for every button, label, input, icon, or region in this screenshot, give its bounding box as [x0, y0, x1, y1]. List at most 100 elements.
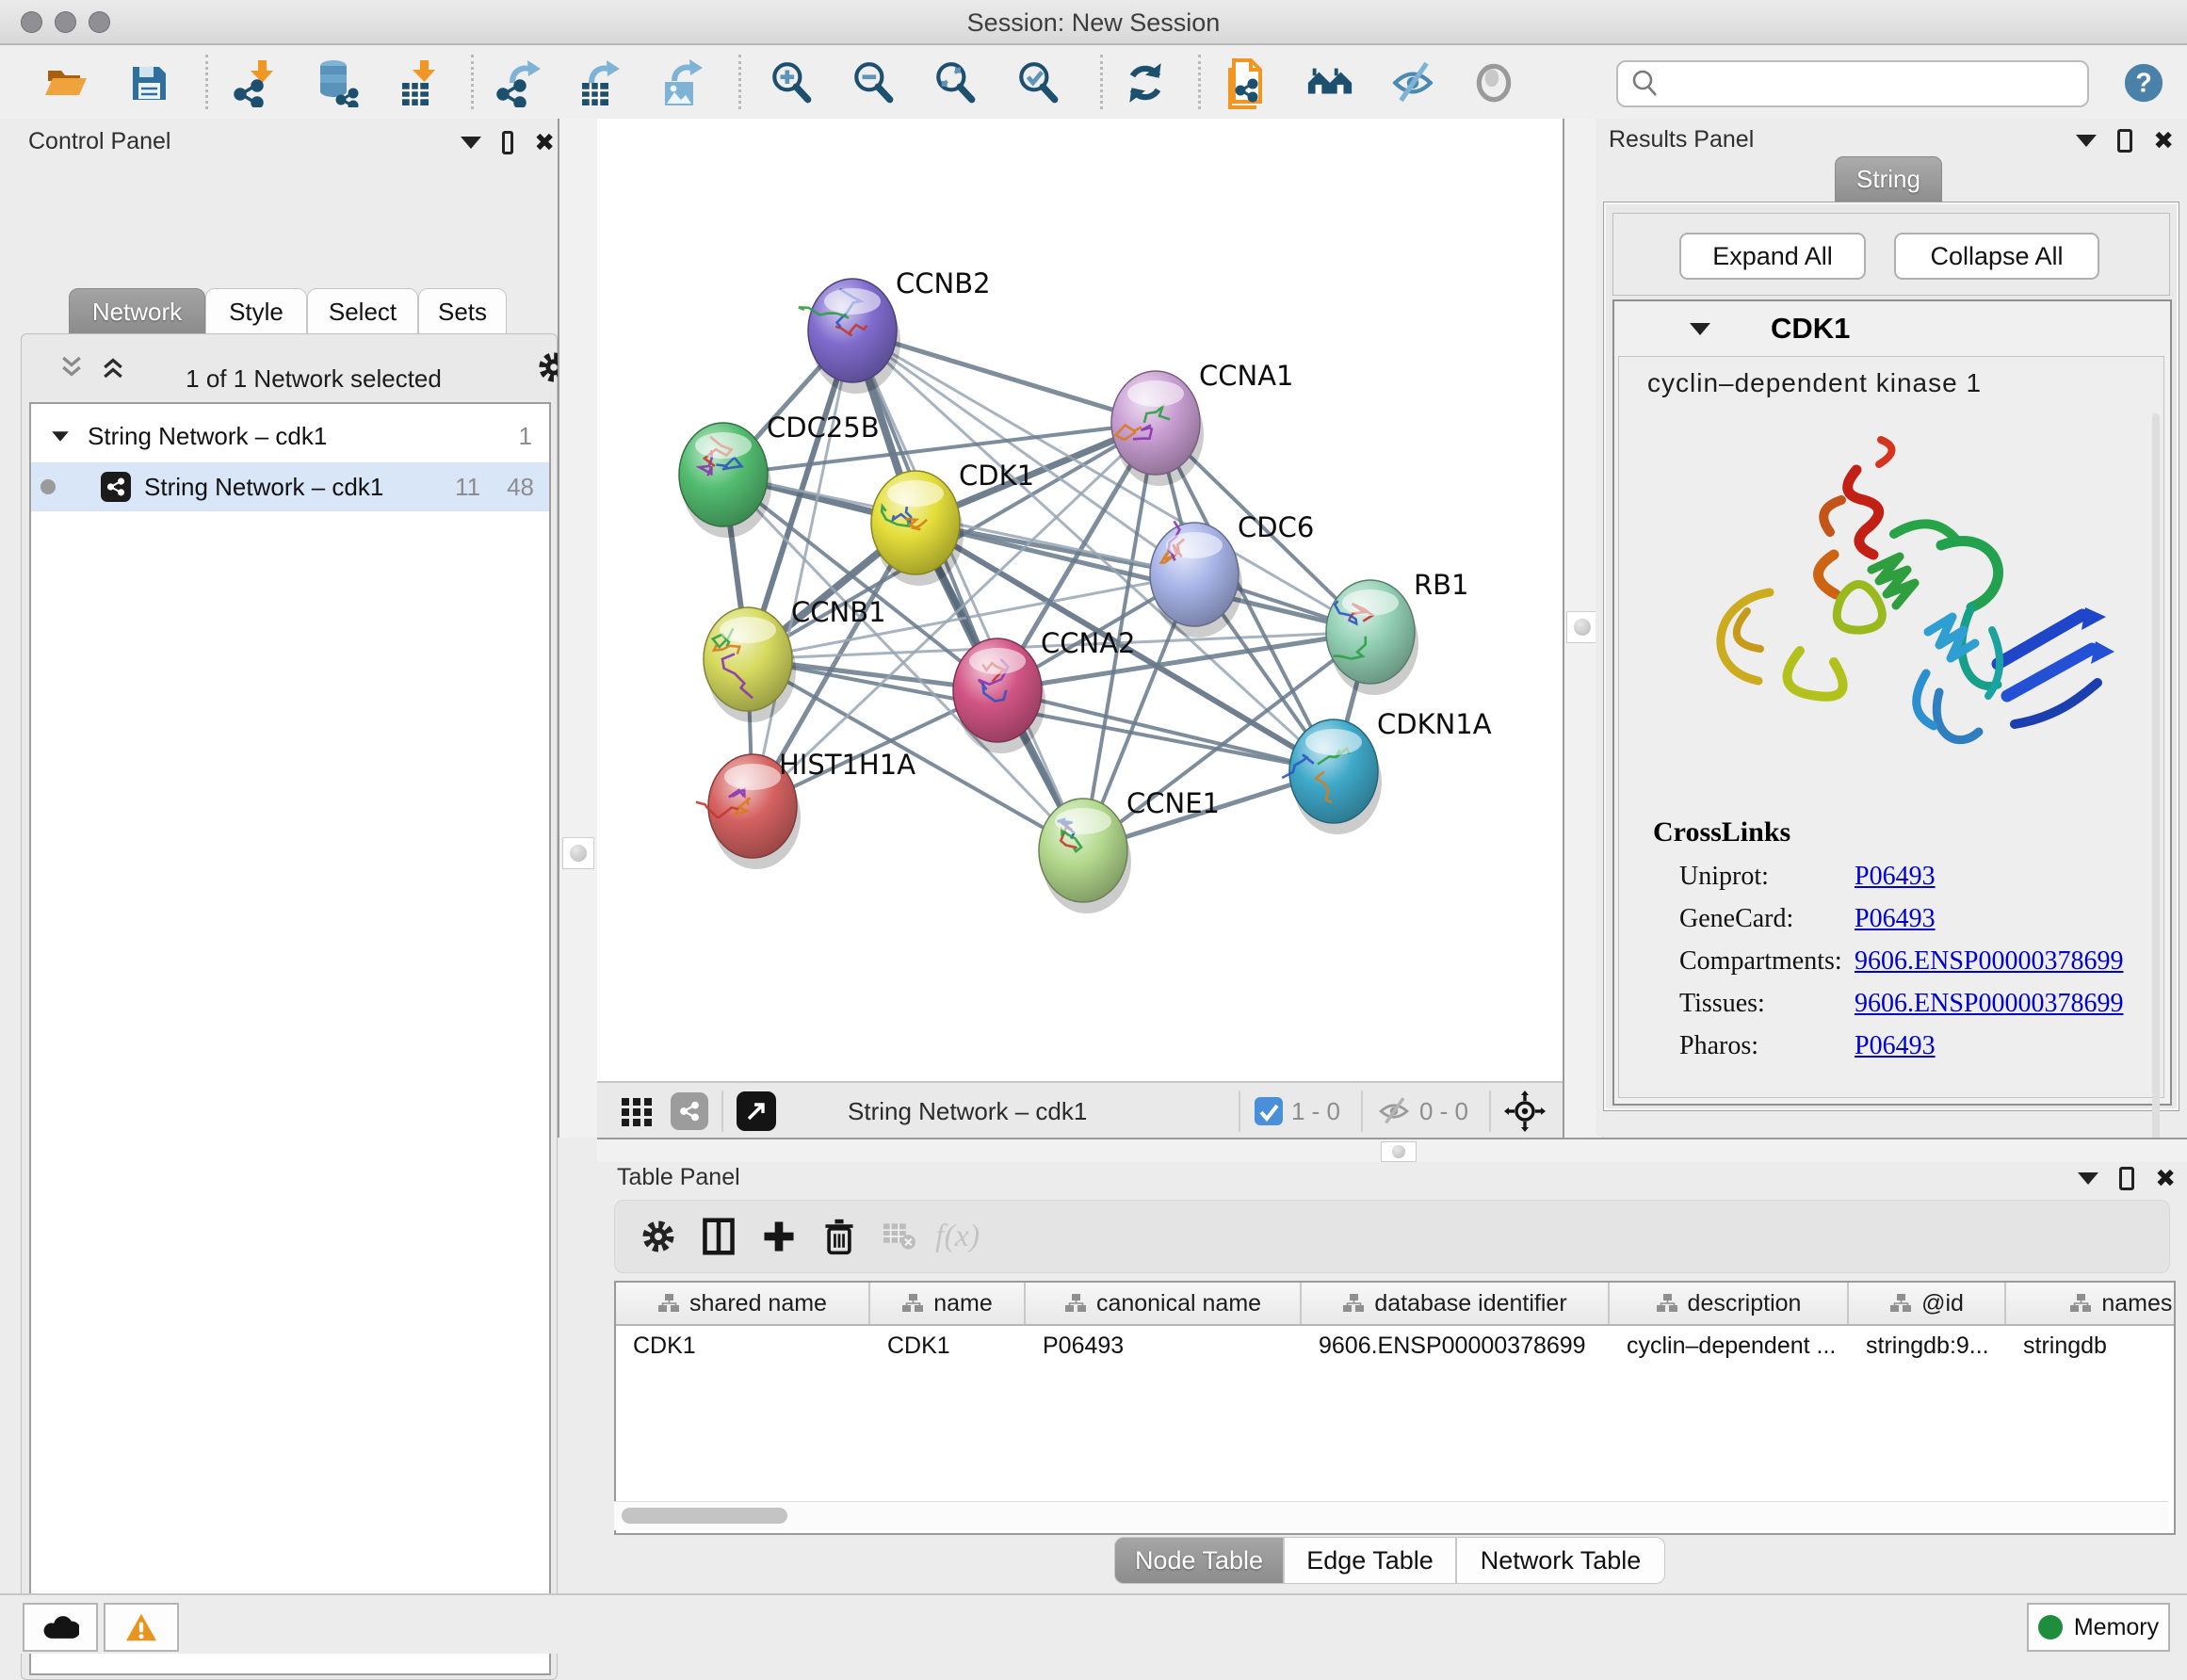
node-CCNA1[interactable] — [1111, 371, 1204, 486]
toolbar-separator — [1489, 1090, 1491, 1132]
crosslink-link[interactable]: P06493 — [1855, 1031, 1936, 1061]
scrollbar-thumb[interactable] — [622, 1508, 787, 1524]
table-cell[interactable]: stringdb:9... — [1849, 1326, 2006, 1365]
network-collection-row[interactable]: String Network – cdk1 1 — [31, 413, 549, 459]
show-hidden-icon[interactable] — [1469, 57, 1518, 109]
tab-select[interactable]: Select — [307, 288, 418, 335]
crosslink-link[interactable]: 9606.ENSP00000378699 — [1855, 946, 2123, 977]
protein-card-header[interactable]: CDK1 — [1614, 301, 2170, 356]
open-session-icon[interactable] — [41, 57, 90, 109]
panel-menu-icon[interactable] — [2078, 1172, 2098, 1185]
table-horizontal-scrollbar[interactable] — [614, 1501, 2168, 1530]
crosslink-link[interactable]: P06493 — [1855, 904, 1936, 934]
panel-close-icon[interactable]: ✖ — [2155, 1166, 2176, 1190]
panel-menu-icon[interactable] — [2076, 135, 2097, 147]
edge-CCNB2-HIST1H1A[interactable] — [753, 331, 852, 806]
tab-network-table[interactable]: Network Table — [1456, 1537, 1665, 1584]
right-splitter-handle[interactable] — [1566, 611, 1598, 643]
add-row-plus-icon[interactable] — [749, 1210, 809, 1263]
table-row[interactable]: CDK1CDK1P064939606.ENSP00000378699cyclin… — [616, 1326, 2176, 1365]
column-header-namespace[interactable]: namespace — [2006, 1283, 2176, 1324]
card-scrollbar[interactable] — [2152, 413, 2160, 1148]
table-cell[interactable]: P06493 — [1026, 1326, 1302, 1365]
expand-all-button[interactable]: Expand All — [1679, 233, 1866, 280]
node-CCNA2[interactable] — [953, 638, 1045, 753]
table-settings-gear-icon[interactable] — [628, 1210, 688, 1263]
collapse-card-icon[interactable] — [1690, 323, 1710, 335]
left-splitter[interactable] — [558, 119, 598, 1138]
import-network-file-icon[interactable] — [232, 57, 281, 109]
tab-node-table[interactable]: Node Table — [1114, 1537, 1284, 1584]
table-cell[interactable]: CDK1 — [616, 1326, 870, 1365]
tab-network[interactable]: Network — [69, 288, 205, 335]
table-cell[interactable]: cyclin–dependent ... — [1610, 1326, 1849, 1365]
control-panel-title: Control Panel — [28, 128, 170, 155]
birdseye-grid-icon[interactable] — [620, 1094, 654, 1128]
export-network-icon[interactable] — [495, 57, 544, 109]
zoom-in-icon[interactable] — [767, 57, 816, 109]
warning-status-button[interactable] — [104, 1603, 179, 1652]
save-session-icon[interactable] — [124, 57, 173, 109]
panel-close-icon[interactable]: ✖ — [534, 130, 555, 154]
tab-string[interactable]: String — [1835, 156, 1942, 202]
zoom-selected-icon[interactable] — [1013, 57, 1062, 109]
refresh-icon[interactable] — [1121, 57, 1170, 109]
search-input[interactable] — [1669, 64, 2087, 104]
export-table-icon[interactable] — [576, 57, 625, 109]
panel-menu-icon[interactable] — [461, 137, 481, 149]
horizontal-splitter-handle[interactable] — [1381, 1141, 1417, 1162]
column-header-name[interactable]: name — [870, 1283, 1026, 1324]
table-cell[interactable]: 9606.ENSP00000378699 — [1302, 1326, 1610, 1365]
search-field[interactable] — [1616, 60, 2089, 107]
collapse-all-button[interactable]: Collapse All — [1894, 233, 2099, 280]
share-document-icon[interactable] — [1221, 57, 1270, 109]
network-row-selected[interactable]: String Network – cdk1 11 48 — [31, 462, 549, 511]
string-panel-toggle-icon[interactable] — [671, 1092, 708, 1130]
help-icon[interactable]: ? — [2119, 57, 2168, 109]
node-CDC25B[interactable] — [679, 423, 771, 538]
column-header-canonicalname[interactable]: canonical name — [1026, 1283, 1302, 1324]
node-CDK1[interactable] — [871, 471, 964, 586]
node-CDC6[interactable] — [1150, 521, 1242, 638]
tab-edge-table[interactable]: Edge Table — [1284, 1537, 1456, 1584]
node-table[interactable]: shared namenamecanonical namedatabase id… — [614, 1281, 2176, 1535]
column-header-databaseidentifier[interactable]: database identifier — [1302, 1283, 1610, 1324]
crosslink-link[interactable]: 9606.ENSP00000378699 — [1855, 989, 2123, 1019]
import-table-file-icon[interactable] — [394, 57, 443, 109]
selected-checkbox-icon[interactable] — [1254, 1096, 1284, 1126]
left-splitter-handle[interactable] — [562, 837, 594, 869]
network-graph[interactable]: CCNB2CCNA1CDC25BCDK1CDC6RB1CCNB1CCNA2CDK… — [597, 119, 1563, 1081]
panel-close-icon[interactable]: ✖ — [2153, 128, 2174, 153]
network-view-canvas[interactable]: CCNB2CCNA1CDC25BCDK1CDC6RB1CCNB1CCNA2CDK… — [597, 119, 1563, 1138]
horizontal-splitter[interactable] — [597, 1138, 2187, 1165]
panel-float-icon[interactable] — [502, 131, 513, 154]
add-column-icon[interactable] — [688, 1210, 749, 1263]
zoom-fit-icon[interactable] — [931, 57, 980, 109]
crosslink-link[interactable]: P06493 — [1855, 862, 1936, 892]
memory-button[interactable]: Memory — [2027, 1603, 2170, 1652]
refresh-arrows-icon — [1122, 59, 1169, 106]
column-header-id[interactable]: @id — [1849, 1283, 2006, 1324]
column-header-description[interactable]: description — [1610, 1283, 1849, 1324]
node-CCNE1[interactable] — [1039, 799, 1131, 913]
delete-trash-icon[interactable] — [809, 1210, 869, 1263]
home-gallery-icon[interactable] — [1305, 57, 1354, 109]
panel-float-icon[interactable] — [2117, 129, 2132, 153]
export-image-icon[interactable] — [659, 57, 708, 109]
table-cell[interactable]: stringdb — [2006, 1326, 2176, 1365]
tab-style[interactable]: Style — [205, 288, 307, 335]
hide-selected-icon[interactable] — [1388, 57, 1437, 109]
tab-sets[interactable]: Sets — [418, 288, 507, 335]
node-RB1[interactable] — [1326, 580, 1418, 695]
crosshair-icon[interactable] — [1504, 1090, 1546, 1132]
import-network-database-icon[interactable] — [311, 57, 360, 109]
zoom-out-icon[interactable] — [849, 57, 898, 109]
open-in-window-icon[interactable] — [737, 1091, 776, 1131]
table-cell[interactable]: CDK1 — [870, 1326, 1026, 1365]
column-header-sharedname[interactable]: shared name — [616, 1283, 870, 1324]
node-CCNB1[interactable] — [704, 607, 796, 722]
hidden-eye-slash-icon[interactable] — [1376, 1095, 1412, 1127]
panel-float-icon[interactable] — [2119, 1167, 2134, 1190]
collection-expand-icon[interactable] — [52, 431, 69, 441]
cloud-status-button[interactable] — [23, 1603, 98, 1652]
